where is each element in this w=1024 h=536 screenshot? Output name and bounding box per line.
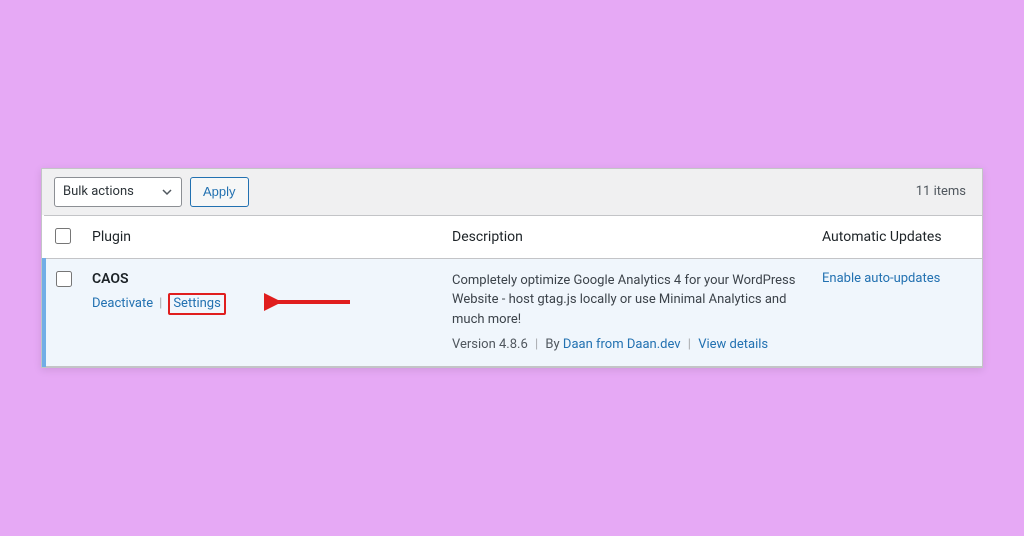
column-auto-updates[interactable]: Automatic Updates [812, 215, 982, 258]
meta-separator: | [688, 337, 691, 352]
toolbar: Bulk actions Apply 11 items [42, 169, 982, 215]
row-check-cell [44, 258, 82, 367]
column-description[interactable]: Description [442, 215, 812, 258]
select-all-checkbox[interactable] [55, 228, 71, 244]
items-count: 11 items [916, 184, 970, 199]
action-separator: | [159, 296, 162, 311]
apply-button[interactable]: Apply [190, 177, 249, 207]
plugin-author-link[interactable]: Daan from Daan.dev [563, 337, 681, 352]
row-checkbox[interactable] [56, 271, 72, 287]
enable-auto-updates-link[interactable]: Enable auto-updates [822, 271, 940, 286]
deactivate-link[interactable]: Deactivate [92, 296, 153, 311]
description-cell: Completely optimize Google Analytics 4 f… [442, 258, 812, 367]
auto-updates-cell: Enable auto-updates [812, 258, 982, 367]
plugin-version: Version 4.8.6 [452, 337, 528, 352]
table-row: CAOS Deactivate | Settings [44, 258, 982, 367]
column-plugin[interactable]: Plugin [82, 215, 442, 258]
row-actions: Deactivate | Settings [92, 293, 432, 315]
bulk-actions-label: Bulk actions [63, 184, 134, 199]
plugins-panel: Bulk actions Apply 11 items Plugin Descr… [41, 168, 983, 369]
plugin-name: CAOS [92, 271, 432, 287]
select-all-header [44, 215, 82, 258]
chevron-down-icon [161, 186, 173, 198]
plugin-cell: CAOS Deactivate | Settings [82, 258, 442, 367]
view-details-link[interactable]: View details [698, 337, 768, 352]
by-label: By [545, 337, 559, 352]
meta-separator: | [535, 337, 538, 352]
settings-highlight: Settings [168, 293, 225, 315]
plugins-table: Plugin Description Automatic Updates CAO… [42, 215, 982, 368]
settings-link[interactable]: Settings [173, 296, 220, 311]
bulk-actions-select[interactable]: Bulk actions [54, 177, 182, 207]
plugin-meta: Version 4.8.6 | By Daan from Daan.dev | … [452, 337, 802, 352]
annotation-arrow-icon [264, 287, 354, 317]
plugin-description: Completely optimize Google Analytics 4 f… [452, 271, 802, 330]
